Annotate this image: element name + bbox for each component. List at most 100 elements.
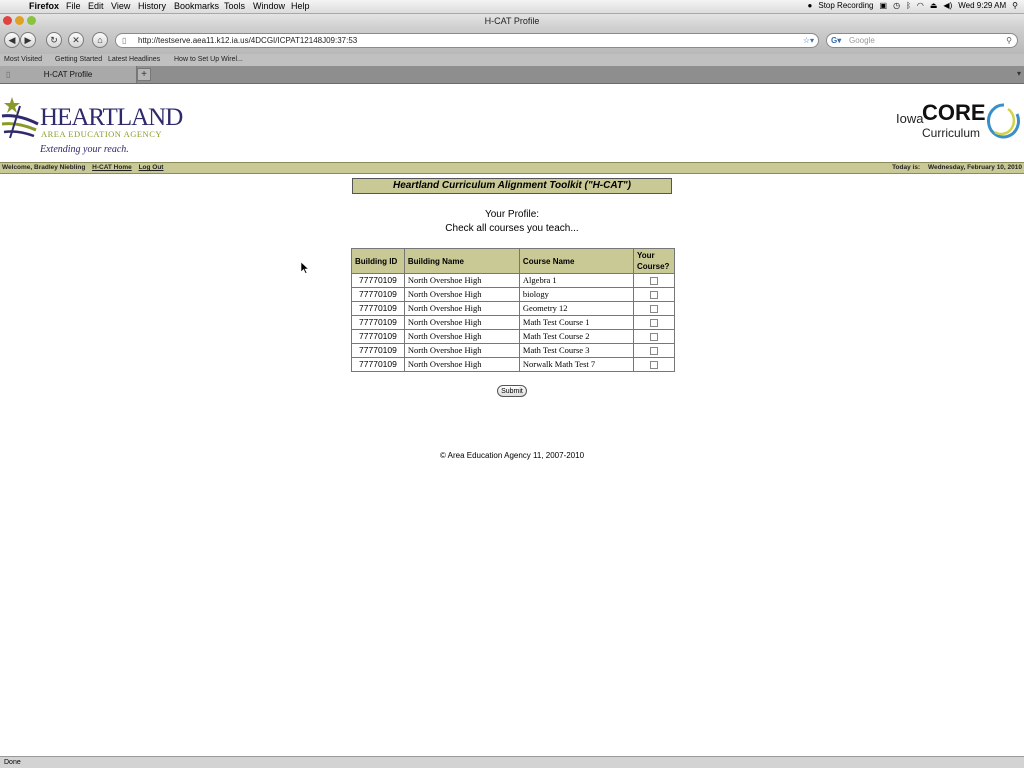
time-machine-icon[interactable]: ◷ bbox=[893, 1, 900, 10]
h-cat-home-link[interactable]: H-CAT Home bbox=[92, 164, 132, 171]
col-your-course: Your Course? bbox=[632, 248, 676, 274]
url-bar[interactable]: ▯ http://testserve.aea11.k12.ia.us/4DCGI… bbox=[115, 33, 819, 48]
building-id-cell: 77770109 bbox=[351, 315, 405, 330]
screen-icon[interactable]: ▣ bbox=[880, 1, 888, 10]
course-checkbox[interactable] bbox=[649, 347, 658, 356]
menu-window[interactable]: Window bbox=[253, 1, 285, 11]
table-row: 77770109 North Overshoe High Math Test Cou… bbox=[351, 315, 676, 330]
list-all-tabs-icon[interactable]: ▾ bbox=[1017, 69, 1021, 78]
your-course-cell bbox=[632, 273, 676, 288]
course-checkbox[interactable] bbox=[649, 291, 658, 300]
building-name-cell: North Overshoe High bbox=[403, 273, 520, 288]
table-row: 77770109 North Overshoe High Geometry 12 bbox=[351, 301, 676, 316]
bookmark-getting-started[interactable]: Getting Started bbox=[55, 54, 102, 66]
bluetooth-icon[interactable]: ᛒ bbox=[906, 1, 911, 10]
home-button[interactable]: ⌂ bbox=[92, 32, 108, 48]
bookmark-wireless-setup[interactable]: How to Set Up Wirel... bbox=[174, 54, 243, 66]
zoom-window-icon[interactable] bbox=[27, 16, 36, 25]
course-checkbox[interactable] bbox=[649, 277, 658, 286]
col-building-id: Building ID bbox=[351, 248, 405, 274]
window-title: H-CAT Profile bbox=[484, 16, 540, 26]
menu-edit[interactable]: Edit bbox=[88, 1, 104, 11]
table-row: 77770109 North Overshoe High Math Test Cou… bbox=[351, 329, 676, 344]
menu-view[interactable]: View bbox=[111, 1, 130, 11]
minimize-window-icon[interactable] bbox=[15, 16, 24, 25]
course-checkbox[interactable] bbox=[649, 333, 658, 342]
building-id-cell: 77770109 bbox=[351, 301, 405, 316]
course-checkbox[interactable] bbox=[649, 361, 658, 370]
menu-file[interactable]: File bbox=[66, 1, 81, 11]
eject-icon[interactable]: ⏏ bbox=[930, 1, 938, 10]
forward-button[interactable]: ▶ bbox=[20, 32, 36, 48]
submit-button[interactable]: Submit bbox=[497, 385, 527, 397]
close-window-icon[interactable] bbox=[3, 16, 12, 25]
volume-icon[interactable]: ◀) bbox=[943, 1, 952, 10]
building-name-cell: North Overshoe High bbox=[403, 357, 520, 372]
user-info-strip: Welcome, Bradley Niebling H-CAT Home Log… bbox=[0, 162, 1024, 174]
building-name-cell: North Overshoe High bbox=[403, 301, 520, 316]
search-icon[interactable]: ⚲ bbox=[1006, 34, 1012, 47]
menu-tools[interactable]: Tools bbox=[224, 1, 245, 11]
your-course-cell bbox=[632, 301, 676, 316]
iowa-core-title: CORE bbox=[922, 100, 986, 125]
log-out-link[interactable]: Log Out bbox=[139, 164, 164, 171]
your-course-cell bbox=[632, 343, 676, 358]
wifi-icon[interactable]: ◠ bbox=[917, 1, 924, 10]
clock[interactable]: Wed 9:29 AM bbox=[958, 1, 1006, 10]
col-building-name: Building Name bbox=[403, 248, 520, 274]
menu-help[interactable]: Help bbox=[291, 1, 310, 11]
building-id-cell: 77770109 bbox=[351, 357, 405, 372]
bookmark-latest-headlines[interactable]: Latest Headlines bbox=[108, 54, 160, 66]
mouse-cursor-icon bbox=[301, 262, 309, 274]
course-name-cell: Geometry 12 bbox=[518, 301, 634, 316]
bookmark-star-icon[interactable]: ☆▾ bbox=[803, 34, 814, 47]
stop-button[interactable]: ✕ bbox=[68, 32, 84, 48]
navigation-toolbar: ◀ ▶ ↻ ✕ ⌂ ▯ http://testserve.aea11.k12.i… bbox=[0, 28, 1024, 54]
menu-bookmarks[interactable]: Bookmarks bbox=[174, 1, 219, 11]
course-name-cell: Math Test Course 1 bbox=[518, 315, 634, 330]
your-course-cell bbox=[632, 357, 676, 372]
profile-instructions: Check all courses you teach... bbox=[445, 223, 579, 234]
url-text: http://testserve.aea11.k12.ia.us/4DCGI/I… bbox=[138, 36, 358, 45]
record-indicator-icon: ● bbox=[807, 1, 813, 10]
course-checkbox[interactable] bbox=[649, 319, 658, 328]
table-header-row: Building ID Building Name Course Name Yo… bbox=[351, 248, 676, 274]
reload-icon: ↻ bbox=[50, 35, 58, 45]
tab-strip: ▯ H-CAT Profile + ▾ bbox=[0, 66, 1024, 84]
course-name-cell: Math Test Course 2 bbox=[518, 329, 634, 344]
menu-bar: Firefox File Edit View History Bookmarks… bbox=[0, 0, 1024, 14]
new-tab-button[interactable]: + bbox=[137, 68, 151, 81]
search-engine-icon[interactable]: G▾ bbox=[831, 34, 841, 47]
courses-table: Building ID Building Name Course Name Yo… bbox=[351, 248, 676, 372]
tab-label: H-CAT Profile bbox=[43, 70, 93, 79]
bookmarks-toolbar: Most Visited Getting Started Latest Head… bbox=[0, 54, 1024, 66]
building-name-cell: North Overshoe High bbox=[403, 343, 520, 358]
tab-h-cat-profile[interactable]: ▯ H-CAT Profile bbox=[0, 66, 137, 83]
app-menu[interactable]: Firefox bbox=[29, 1, 59, 11]
course-name-cell: biology bbox=[518, 287, 634, 302]
heartland-name: HEARTLAND bbox=[40, 104, 183, 131]
back-button[interactable]: ◀ bbox=[4, 32, 20, 48]
spotlight-icon[interactable]: ⚲ bbox=[1012, 1, 1018, 10]
copyright-text: © Area Education Agency 11, 2007-2010 bbox=[439, 451, 585, 460]
reload-button[interactable]: ↻ bbox=[46, 32, 62, 48]
home-icon: ⌂ bbox=[97, 35, 103, 45]
building-name-cell: North Overshoe High bbox=[403, 329, 520, 344]
status-menus: ● Stop Recording ▣ ◷ ᛒ ◠ ⏏ ◀) Wed 9:29 A… bbox=[808, 1, 1018, 10]
building-id-cell: 77770109 bbox=[351, 329, 405, 344]
stop-recording-menu[interactable]: Stop Recording bbox=[818, 1, 873, 10]
bookmark-most-visited[interactable]: Most Visited bbox=[4, 54, 42, 66]
table-row: 77770109 North Overshoe High Algebra 1 bbox=[351, 273, 676, 288]
page-icon: ▯ bbox=[122, 36, 127, 45]
course-rows: 77770109 North Overshoe High Algebra 1 7777… bbox=[351, 273, 676, 372]
table-row: 77770109 North Overshoe High Norwalk Math … bbox=[351, 357, 676, 372]
col-course-name: Course Name bbox=[518, 248, 634, 274]
status-text: Done bbox=[4, 759, 21, 766]
iowa-core-ring-icon bbox=[987, 103, 1020, 139]
menu-history[interactable]: History bbox=[138, 1, 166, 11]
course-checkbox[interactable] bbox=[649, 305, 658, 314]
iowa-core-prefix: Iowa bbox=[896, 111, 924, 126]
today-label: Today is: bbox=[892, 164, 921, 171]
course-name-cell: Math Test Course 3 bbox=[518, 343, 634, 358]
search-bar[interactable]: G▾ Google ⚲ bbox=[826, 33, 1018, 48]
